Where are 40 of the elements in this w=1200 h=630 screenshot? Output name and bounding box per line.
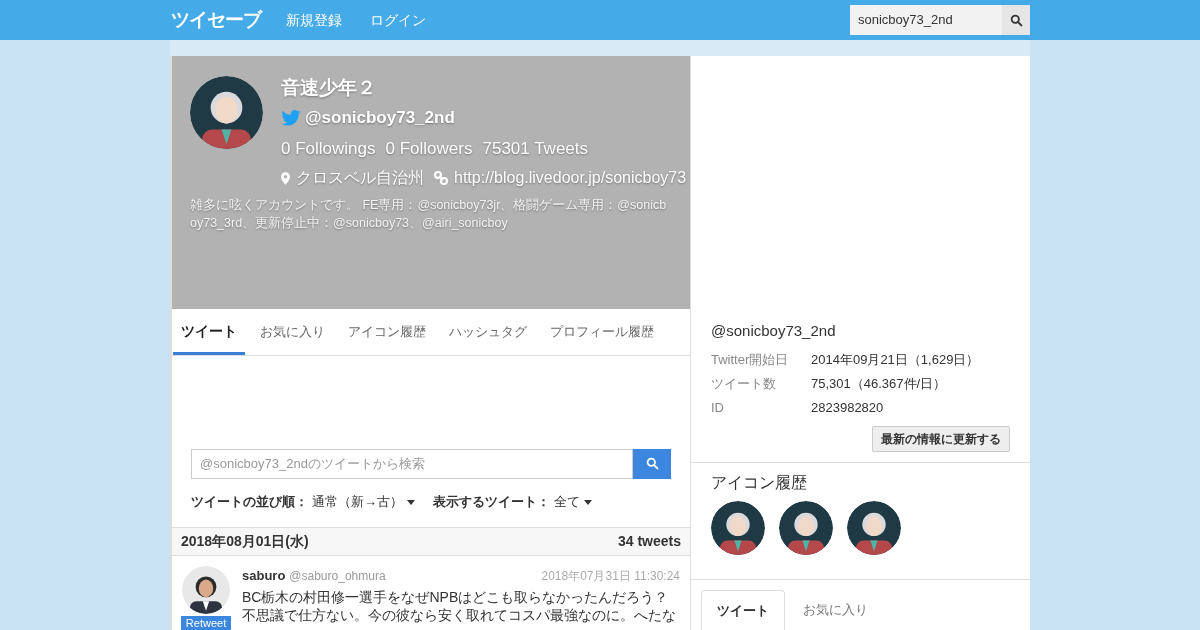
tweet-handle: @saburo_ohmura <box>289 568 386 585</box>
tab[interactable]: ツイート <box>701 590 785 630</box>
tweet-author: saburo <box>242 567 286 585</box>
tweet-time: 2018年07月31日 11:30:24 <box>541 568 680 585</box>
profile-handle: @sonicboy73_2nd <box>305 107 455 129</box>
profile-name: 音速少年２ <box>281 76 377 100</box>
link-icon <box>434 171 448 185</box>
tab[interactable]: ツイート <box>173 308 245 356</box>
info-value: 75,301（46.367件/日） <box>811 375 947 394</box>
info-label: ID <box>711 399 725 418</box>
tab[interactable]: ハッシュタグ <box>441 308 535 356</box>
info-label: Twitter開始日 <box>711 351 790 370</box>
tab[interactable]: お気に入り <box>785 590 886 630</box>
tab[interactable]: アイコン履歴 <box>340 308 434 356</box>
profile-stat: 0 Followings <box>281 137 376 160</box>
filter-dropdown[interactable]: 表示するツイート： 全て <box>433 492 592 512</box>
info-handle: @sonicboy73_2nd <box>711 320 837 341</box>
bird-icon <box>281 109 301 126</box>
info-label: ツイート数 <box>711 375 777 394</box>
tweet-count: 34 tweets <box>617 531 681 551</box>
filter-dropdown[interactable]: ツイートの並び順： 通常（新→古） <box>191 492 415 512</box>
tab[interactable]: お気に入り <box>252 308 333 356</box>
search-icon <box>1009 13 1023 27</box>
profile-location: クロスベル自治州 <box>296 168 424 188</box>
section-title: アイコン履歴 <box>711 473 808 493</box>
profile-stat: 75301 Tweets <box>482 137 589 160</box>
tweet-text: BC栃木の村田修一選手をなぜNPBはどこも取らなかったんだろう？不思議で仕方ない。今の彼なら安く取れてコスパ最強なのに。へたな <box>242 587 677 624</box>
day-date: 2018年08月01日(水) <box>181 531 309 551</box>
info-value: 2014年09月21日（1,629日） <box>811 351 980 370</box>
profile-stat: 0 Followers <box>385 137 473 160</box>
caret-icon <box>584 499 592 505</box>
retweet-badge: Retweet <box>180 616 232 630</box>
search-field[interactable]: sonicboy73_2nd <box>850 5 1002 35</box>
caret-icon <box>407 499 415 505</box>
refresh-button[interactable]: 最新の情報に更新する <box>872 426 1010 452</box>
search-icon <box>645 457 659 471</box>
location-pin-icon <box>281 171 290 185</box>
search-button[interactable] <box>1002 5 1030 35</box>
tab[interactable]: プロフィール履歴 <box>542 308 662 356</box>
info-value: 2823982820 <box>811 399 884 418</box>
